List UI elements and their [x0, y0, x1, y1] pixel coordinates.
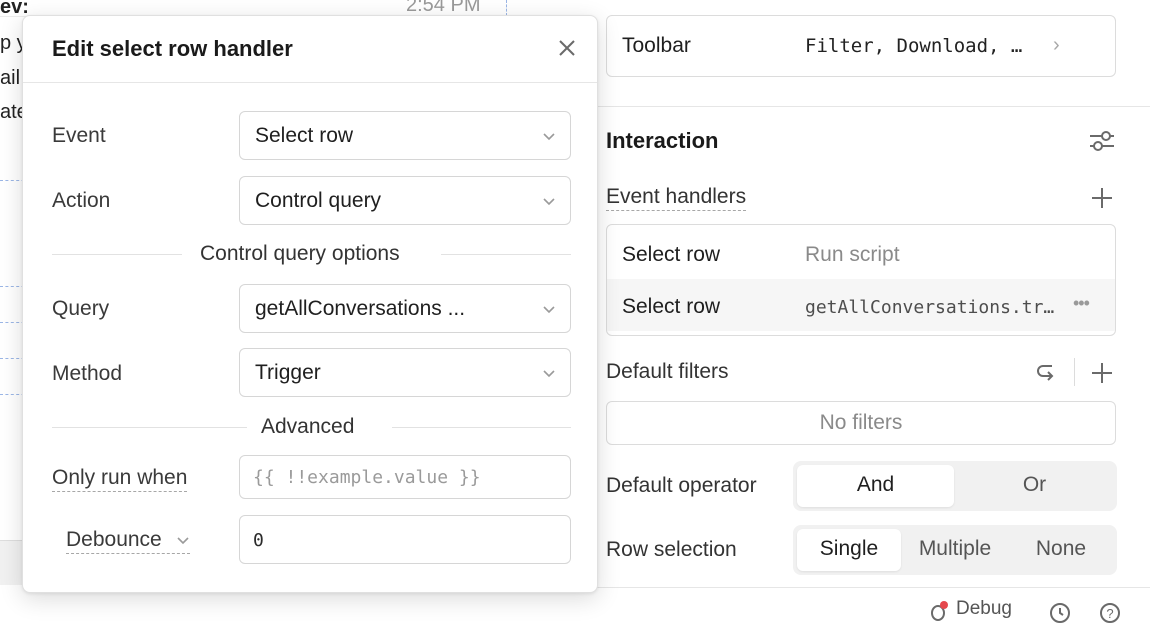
selection-guide	[506, 0, 507, 16]
chevron-down-icon	[543, 370, 555, 378]
debounce-value: 0	[253, 530, 264, 551]
row-selection-option-multiple[interactable]: Multiple	[903, 529, 1007, 571]
toolbar-separator	[1074, 358, 1075, 386]
row-selection-option-none[interactable]: None	[1009, 529, 1113, 571]
debounce-input[interactable]: 0	[239, 515, 571, 564]
event-select-value: Select row	[255, 124, 354, 147]
chevron-down-icon	[543, 133, 555, 141]
close-icon[interactable]	[557, 38, 577, 58]
control-query-options-title: Control query options	[186, 242, 414, 266]
default-operator-segmented: And Or	[793, 461, 1117, 511]
event-handler-event: Select row	[622, 295, 721, 318]
section-title-interaction[interactable]: Interaction	[606, 128, 718, 154]
action-select-value: Control query	[255, 189, 382, 212]
canvas-footer	[0, 540, 24, 585]
reset-icon[interactable]	[1034, 360, 1058, 384]
only-run-when-placeholder: {{ !!example.value }}	[253, 467, 481, 488]
divider-line	[441, 254, 571, 255]
debounce-label: Debounce	[66, 528, 162, 551]
action-label: Action	[52, 189, 111, 212]
row-selection-segmented: Single Multiple None	[793, 525, 1117, 575]
help-icon[interactable]: ?	[1098, 600, 1122, 624]
sliders-icon[interactable]	[1088, 128, 1116, 154]
advanced-divider: Advanced	[52, 415, 571, 439]
divider-line	[52, 427, 247, 428]
add-event-handler-icon[interactable]	[1090, 186, 1114, 210]
toolbar-value: Filter, Download, …	[805, 35, 1023, 57]
chevron-down-icon	[543, 198, 555, 206]
only-run-when-input[interactable]: {{ !!example.value }}	[239, 455, 571, 499]
event-handler-row[interactable]: Select row getAllConversations.tr… •••	[607, 279, 1115, 331]
debug-button[interactable]: Debug	[956, 598, 1012, 620]
chevron-down-icon	[543, 306, 555, 314]
chevron-right-icon: ›	[1053, 34, 1060, 56]
toolbar-setting-row[interactable]: Toolbar Filter, Download, … ›	[606, 15, 1116, 77]
bug-icon[interactable]	[928, 600, 950, 622]
svg-text:?: ?	[1106, 606, 1113, 621]
method-label: Method	[52, 362, 123, 385]
event-label: Event	[52, 124, 106, 147]
debounce-dropdown[interactable]: Debounce	[66, 528, 190, 554]
event-handler-row[interactable]: Select row Run script	[607, 227, 1115, 279]
divider-line	[52, 254, 182, 255]
modal-header: Edit select row handler	[23, 16, 597, 83]
event-handler-action: Run script	[805, 243, 900, 266]
row-selection-label: Row selection	[606, 538, 737, 561]
event-handlers-list: Select row Run script Select row getAllC…	[606, 224, 1116, 336]
modal-title: Edit select row handler	[52, 36, 293, 61]
event-select[interactable]: Select row	[239, 111, 571, 160]
inspector-panel: Toolbar Filter, Download, … › Interactio…	[572, 0, 1150, 623]
default-filters-title: Default filters	[606, 360, 729, 383]
query-select-value: getAllConversations ...	[255, 297, 466, 320]
section-divider	[572, 106, 1150, 107]
no-filters-placeholder: No filters	[606, 401, 1116, 445]
toolbar-label: Toolbar	[622, 34, 691, 57]
advanced-title: Advanced	[247, 415, 369, 439]
action-select[interactable]: Control query	[239, 176, 571, 225]
edit-handler-modal: Edit select row handler Event Select row…	[22, 15, 598, 593]
control-query-options-divider: Control query options	[52, 242, 571, 266]
row-selection-option-single[interactable]: Single	[797, 529, 901, 571]
event-handler-action: getAllConversations.tr…	[805, 297, 1055, 318]
query-select[interactable]: getAllConversations ...	[239, 284, 571, 333]
only-run-when-label: Only run when	[52, 466, 188, 492]
add-filter-icon[interactable]	[1090, 361, 1114, 385]
canvas-text-fragment: ail	[0, 67, 21, 89]
operator-option-or[interactable]: Or	[956, 465, 1113, 507]
event-handler-event: Select row	[622, 243, 721, 266]
default-operator-label: Default operator	[606, 474, 757, 497]
method-select-value: Trigger	[255, 361, 321, 384]
event-handlers-title: Event handlers	[606, 185, 747, 211]
divider-line	[392, 427, 571, 428]
footer-divider	[572, 587, 1150, 588]
operator-option-and[interactable]: And	[797, 465, 954, 507]
history-icon[interactable]	[1048, 600, 1072, 624]
method-select[interactable]: Trigger	[239, 348, 571, 397]
more-options-icon[interactable]: •••	[1073, 293, 1090, 314]
chevron-down-icon	[177, 537, 189, 545]
query-label: Query	[52, 297, 110, 320]
